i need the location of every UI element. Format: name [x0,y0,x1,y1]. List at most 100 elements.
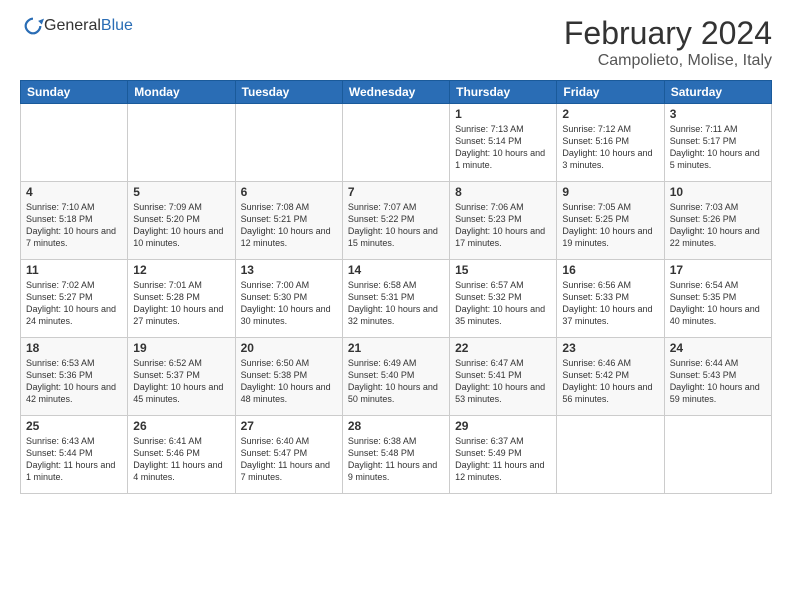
table-row: 25 Sunrise: 6:43 AM Sunset: 5:44 PM Dayl… [21,416,128,494]
calendar-week-row: 11 Sunrise: 7:02 AM Sunset: 5:27 PM Dayl… [21,260,772,338]
day-number: 6 [241,185,337,199]
day-info: Sunrise: 7:02 AM Sunset: 5:27 PM Dayligh… [26,279,122,328]
col-sunday: Sunday [21,81,128,104]
day-info: Sunrise: 7:13 AM Sunset: 5:14 PM Dayligh… [455,123,551,172]
day-number: 19 [133,341,229,355]
day-info: Sunrise: 6:44 AM Sunset: 5:43 PM Dayligh… [670,357,766,406]
table-row: 26 Sunrise: 6:41 AM Sunset: 5:46 PM Dayl… [128,416,235,494]
table-row [128,104,235,182]
day-number: 26 [133,419,229,433]
day-number: 7 [348,185,444,199]
day-number: 28 [348,419,444,433]
table-row: 5 Sunrise: 7:09 AM Sunset: 5:20 PM Dayli… [128,182,235,260]
table-row: 29 Sunrise: 6:37 AM Sunset: 5:49 PM Dayl… [450,416,557,494]
calendar-week-row: 25 Sunrise: 6:43 AM Sunset: 5:44 PM Dayl… [21,416,772,494]
day-info: Sunrise: 6:43 AM Sunset: 5:44 PM Dayligh… [26,435,122,484]
day-info: Sunrise: 7:06 AM Sunset: 5:23 PM Dayligh… [455,201,551,250]
title-block: February 2024 Campolieto, Molise, Italy [564,15,772,70]
day-number: 11 [26,263,122,277]
table-row [557,416,664,494]
col-friday: Friday [557,81,664,104]
day-info: Sunrise: 6:57 AM Sunset: 5:32 PM Dayligh… [455,279,551,328]
day-number: 12 [133,263,229,277]
col-saturday: Saturday [664,81,771,104]
day-number: 9 [562,185,658,199]
table-row: 1 Sunrise: 7:13 AM Sunset: 5:14 PM Dayli… [450,104,557,182]
day-number: 14 [348,263,444,277]
day-info: Sunrise: 6:40 AM Sunset: 5:47 PM Dayligh… [241,435,337,484]
day-info: Sunrise: 6:37 AM Sunset: 5:49 PM Dayligh… [455,435,551,484]
table-row: 10 Sunrise: 7:03 AM Sunset: 5:26 PM Dayl… [664,182,771,260]
table-row: 17 Sunrise: 6:54 AM Sunset: 5:35 PM Dayl… [664,260,771,338]
day-info: Sunrise: 7:05 AM Sunset: 5:25 PM Dayligh… [562,201,658,250]
day-number: 10 [670,185,766,199]
day-info: Sunrise: 6:49 AM Sunset: 5:40 PM Dayligh… [348,357,444,406]
calendar-week-row: 18 Sunrise: 6:53 AM Sunset: 5:36 PM Dayl… [21,338,772,416]
day-info: Sunrise: 7:08 AM Sunset: 5:21 PM Dayligh… [241,201,337,250]
col-tuesday: Tuesday [235,81,342,104]
day-number: 3 [670,107,766,121]
day-number: 5 [133,185,229,199]
day-number: 20 [241,341,337,355]
header: GeneralBlue February 2024 Campolieto, Mo… [20,15,772,70]
day-info: Sunrise: 6:46 AM Sunset: 5:42 PM Dayligh… [562,357,658,406]
table-row: 27 Sunrise: 6:40 AM Sunset: 5:47 PM Dayl… [235,416,342,494]
table-row: 16 Sunrise: 6:56 AM Sunset: 5:33 PM Dayl… [557,260,664,338]
logo: GeneralBlue [20,15,133,37]
day-info: Sunrise: 6:53 AM Sunset: 5:36 PM Dayligh… [26,357,122,406]
day-number: 21 [348,341,444,355]
day-info: Sunrise: 6:38 AM Sunset: 5:48 PM Dayligh… [348,435,444,484]
logo-blue-text: Blue [101,17,133,34]
day-number: 13 [241,263,337,277]
month-title: February 2024 [564,15,772,52]
day-number: 1 [455,107,551,121]
table-row: 2 Sunrise: 7:12 AM Sunset: 5:16 PM Dayli… [557,104,664,182]
table-row: 4 Sunrise: 7:10 AM Sunset: 5:18 PM Dayli… [21,182,128,260]
table-row: 20 Sunrise: 6:50 AM Sunset: 5:38 PM Dayl… [235,338,342,416]
day-info: Sunrise: 6:54 AM Sunset: 5:35 PM Dayligh… [670,279,766,328]
table-row [235,104,342,182]
day-number: 22 [455,341,551,355]
day-info: Sunrise: 6:56 AM Sunset: 5:33 PM Dayligh… [562,279,658,328]
day-number: 16 [562,263,658,277]
day-info: Sunrise: 6:41 AM Sunset: 5:46 PM Dayligh… [133,435,229,484]
table-row: 24 Sunrise: 6:44 AM Sunset: 5:43 PM Dayl… [664,338,771,416]
day-number: 4 [26,185,122,199]
table-row: 15 Sunrise: 6:57 AM Sunset: 5:32 PM Dayl… [450,260,557,338]
table-row: 11 Sunrise: 7:02 AM Sunset: 5:27 PM Dayl… [21,260,128,338]
day-info: Sunrise: 6:47 AM Sunset: 5:41 PM Dayligh… [455,357,551,406]
calendar-week-row: 1 Sunrise: 7:13 AM Sunset: 5:14 PM Dayli… [21,104,772,182]
day-info: Sunrise: 6:50 AM Sunset: 5:38 PM Dayligh… [241,357,337,406]
table-row [664,416,771,494]
day-number: 25 [26,419,122,433]
table-row: 19 Sunrise: 6:52 AM Sunset: 5:37 PM Dayl… [128,338,235,416]
day-number: 24 [670,341,766,355]
calendar-table: Sunday Monday Tuesday Wednesday Thursday… [20,80,772,494]
table-row: 3 Sunrise: 7:11 AM Sunset: 5:17 PM Dayli… [664,104,771,182]
table-row: 6 Sunrise: 7:08 AM Sunset: 5:21 PM Dayli… [235,182,342,260]
table-row: 13 Sunrise: 7:00 AM Sunset: 5:30 PM Dayl… [235,260,342,338]
table-row: 28 Sunrise: 6:38 AM Sunset: 5:48 PM Dayl… [342,416,449,494]
day-number: 29 [455,419,551,433]
day-info: Sunrise: 7:03 AM Sunset: 5:26 PM Dayligh… [670,201,766,250]
day-info: Sunrise: 7:09 AM Sunset: 5:20 PM Dayligh… [133,201,229,250]
table-row: 18 Sunrise: 6:53 AM Sunset: 5:36 PM Dayl… [21,338,128,416]
col-wednesday: Wednesday [342,81,449,104]
day-number: 27 [241,419,337,433]
table-row [21,104,128,182]
table-row: 21 Sunrise: 6:49 AM Sunset: 5:40 PM Dayl… [342,338,449,416]
day-info: Sunrise: 7:01 AM Sunset: 5:28 PM Dayligh… [133,279,229,328]
table-row: 12 Sunrise: 7:01 AM Sunset: 5:28 PM Dayl… [128,260,235,338]
day-info: Sunrise: 7:12 AM Sunset: 5:16 PM Dayligh… [562,123,658,172]
day-number: 8 [455,185,551,199]
day-info: Sunrise: 6:52 AM Sunset: 5:37 PM Dayligh… [133,357,229,406]
table-row: 23 Sunrise: 6:46 AM Sunset: 5:42 PM Dayl… [557,338,664,416]
day-info: Sunrise: 7:07 AM Sunset: 5:22 PM Dayligh… [348,201,444,250]
day-number: 18 [26,341,122,355]
day-info: Sunrise: 6:58 AM Sunset: 5:31 PM Dayligh… [348,279,444,328]
day-info: Sunrise: 7:11 AM Sunset: 5:17 PM Dayligh… [670,123,766,172]
day-number: 17 [670,263,766,277]
day-number: 2 [562,107,658,121]
logo-icon [22,15,44,37]
day-info: Sunrise: 7:00 AM Sunset: 5:30 PM Dayligh… [241,279,337,328]
